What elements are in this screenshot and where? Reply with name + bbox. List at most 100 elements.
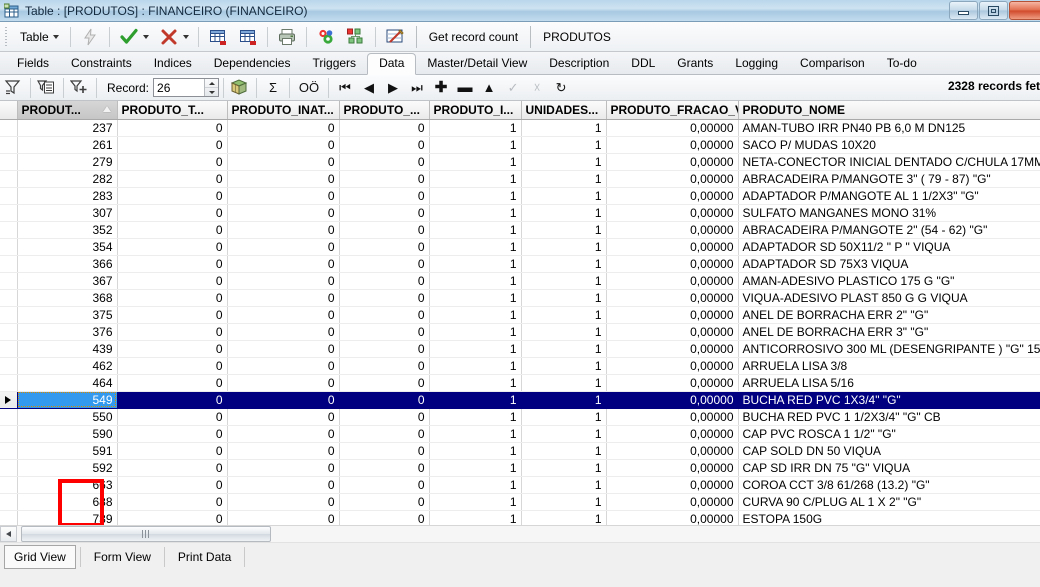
table-cell[interactable]: 0,00000 bbox=[606, 119, 739, 137]
table-row[interactable]: 591 0 0 0 1 1 0,00000 CAP SOLD DN 50 VIQUA bbox=[0, 442, 1040, 460]
table-cell[interactable]: ABRACADEIRA P/MANGOTE 2" (54 - 62) "G" bbox=[738, 221, 1040, 239]
column-header-unidades[interactable]: UNIDADES... bbox=[521, 101, 607, 120]
delete-record-button[interactable]: ▬ bbox=[453, 77, 477, 99]
table-cell[interactable]: 0 bbox=[117, 306, 228, 324]
table-cell[interactable]: 354 bbox=[17, 238, 118, 256]
row-indicator-cell[interactable] bbox=[0, 340, 18, 358]
table-cell[interactable]: 0,00000 bbox=[606, 136, 739, 154]
table-cell[interactable]: 1 bbox=[521, 357, 607, 375]
table-cell[interactable]: 1 bbox=[521, 238, 607, 256]
table-cell[interactable]: 1 bbox=[521, 187, 607, 205]
refresh-button[interactable]: ↻ bbox=[549, 77, 573, 99]
table-cell[interactable]: 1 bbox=[521, 476, 607, 494]
insert-record-button[interactable]: ✚ bbox=[429, 77, 453, 99]
table-cell[interactable]: 283 bbox=[17, 187, 118, 205]
table-cell[interactable]: 0 bbox=[339, 357, 430, 375]
table-cell[interactable]: 0 bbox=[117, 357, 228, 375]
table-cell[interactable]: 0,00000 bbox=[606, 272, 739, 290]
horizontal-scrollbar[interactable] bbox=[0, 525, 1040, 542]
row-indicator-cell[interactable] bbox=[0, 170, 18, 188]
table-cell[interactable]: 0 bbox=[339, 476, 430, 494]
table-row[interactable]: 663 0 0 0 1 1 0,00000 COROA CCT 3/8 61/268 (13.… bbox=[0, 476, 1040, 494]
tab-triggers[interactable]: Triggers bbox=[301, 53, 367, 74]
table-cell[interactable]: 1 bbox=[429, 459, 522, 477]
table-cell[interactable]: 0 bbox=[339, 238, 430, 256]
table-cell[interactable]: 0 bbox=[339, 459, 430, 477]
table-row[interactable]: 375 0 0 0 1 1 0,00000 ANEL DE BORRACHA ERR 2" "… bbox=[0, 306, 1040, 324]
table-cell[interactable]: 0 bbox=[117, 170, 228, 188]
table-cell[interactable]: 1 bbox=[429, 306, 522, 324]
column-header-produto-nome[interactable]: PRODUTO_NOME bbox=[738, 101, 1040, 120]
table-cell[interactable]: 0 bbox=[117, 119, 228, 137]
table-cell[interactable]: 0 bbox=[227, 272, 340, 290]
table-cell[interactable]: 1 bbox=[521, 323, 607, 341]
table-row[interactable]: 376 0 0 0 1 1 0,00000 ANEL DE BORRACHA ERR 3" "… bbox=[0, 323, 1040, 341]
table-cell[interactable]: 0 bbox=[339, 289, 430, 307]
table-row[interactable]: 439 0 0 0 1 1 0,00000 ANTICORROSIVO 300 ML (DES… bbox=[0, 340, 1040, 358]
table-row[interactable]: 550 0 0 0 1 1 0,00000 BUCHA RED PVC 1 1/2X3/4" … bbox=[0, 408, 1040, 426]
table-cell[interactable]: 0 bbox=[117, 153, 228, 171]
table-row[interactable]: 354 0 0 0 1 1 0,00000 ADAPTADOR SD 50X11/2 " P … bbox=[0, 238, 1040, 256]
table-row[interactable]: 352 0 0 0 1 1 0,00000 ABRACADEIRA P/MANGOTE 2" … bbox=[0, 221, 1040, 239]
row-indicator-cell[interactable] bbox=[0, 459, 18, 477]
table-cell[interactable]: 1 bbox=[429, 272, 522, 290]
commit-button[interactable] bbox=[114, 25, 154, 49]
table-cell[interactable]: 1 bbox=[521, 459, 607, 477]
table-cell[interactable]: 0 bbox=[117, 493, 228, 511]
data-grid-container[interactable]: PRODUT... PRODUTO_T... PRODUTO_INAT... P… bbox=[0, 101, 1040, 525]
table-cell[interactable]: 0 bbox=[227, 476, 340, 494]
table-cell[interactable]: 237 bbox=[17, 119, 118, 137]
table-cell[interactable]: 0 bbox=[227, 221, 340, 239]
row-indicator-cell[interactable] bbox=[0, 221, 18, 239]
table-cell[interactable]: 0 bbox=[339, 119, 430, 137]
table-cell[interactable]: 1 bbox=[429, 425, 522, 443]
table-cell[interactable]: 0 bbox=[339, 272, 430, 290]
table-cell[interactable]: 0 bbox=[339, 204, 430, 222]
table-cell[interactable]: 0 bbox=[339, 187, 430, 205]
table-cell[interactable]: 739 bbox=[17, 510, 118, 525]
table-export-button[interactable] bbox=[203, 25, 233, 49]
table-row[interactable]: 464 0 0 0 1 1 0,00000 ARRUELA LISA 5/16 bbox=[0, 374, 1040, 392]
table-cell[interactable]: 462 bbox=[17, 357, 118, 375]
table-cell[interactable]: 0,00000 bbox=[606, 408, 739, 426]
table-cell[interactable]: 376 bbox=[17, 323, 118, 341]
table-row[interactable]: 688 0 0 0 1 1 0,00000 CURVA 90 C/PLUG AL 1 X 2"… bbox=[0, 493, 1040, 511]
spinner-down-button[interactable] bbox=[205, 88, 218, 96]
get-record-count-button[interactable]: Get record count bbox=[423, 26, 524, 48]
table-cell[interactable]: 549 bbox=[17, 391, 118, 409]
table-cell[interactable]: 1 bbox=[429, 238, 522, 256]
sum-button[interactable]: Σ bbox=[261, 77, 285, 99]
rollback-button[interactable] bbox=[154, 25, 194, 49]
table-cell[interactable]: 1 bbox=[429, 476, 522, 494]
table-menu-button[interactable]: Table bbox=[13, 25, 66, 49]
table-cell[interactable]: 0 bbox=[227, 340, 340, 358]
table-cell[interactable]: 0 bbox=[117, 374, 228, 392]
table-cell[interactable]: 1 bbox=[521, 340, 607, 358]
row-indicator-cell[interactable] bbox=[0, 306, 18, 324]
table-cell[interactable]: 352 bbox=[17, 221, 118, 239]
table-cell[interactable]: 1 bbox=[521, 510, 607, 525]
table-cell[interactable]: ADAPTADOR SD 50X11/2 " P " VIQUA bbox=[738, 238, 1040, 256]
table-cell[interactable]: 0 bbox=[339, 306, 430, 324]
row-indicator-cell[interactable] bbox=[0, 119, 18, 137]
next-record-button[interactable]: ▶ bbox=[381, 77, 405, 99]
table-cell[interactable]: 0 bbox=[117, 442, 228, 460]
table-cell[interactable]: 0 bbox=[227, 323, 340, 341]
table-cell[interactable]: 0 bbox=[227, 136, 340, 154]
row-indicator-cell[interactable] bbox=[0, 442, 18, 460]
table-cell[interactable]: COROA CCT 3/8 61/268 (13.2) "G" bbox=[738, 476, 1040, 494]
table-cell[interactable]: 0 bbox=[117, 136, 228, 154]
row-indicator-cell[interactable] bbox=[0, 136, 18, 154]
table-cell[interactable]: 0 bbox=[227, 289, 340, 307]
table-cell[interactable]: BUCHA RED PVC 1X3/4" "G" bbox=[738, 391, 1040, 409]
table-cell[interactable]: AMAN-TUBO IRR PN40 PB 6,0 M DN125 bbox=[738, 119, 1040, 137]
spinner-up-button[interactable] bbox=[205, 79, 219, 88]
row-indicator-cell[interactable] bbox=[0, 476, 18, 494]
table-cell[interactable]: 1 bbox=[429, 323, 522, 341]
row-indicator-cell[interactable] bbox=[0, 408, 18, 426]
close-button[interactable] bbox=[1009, 1, 1040, 20]
table-cell[interactable]: 0,00000 bbox=[606, 170, 739, 188]
data-cube-button[interactable] bbox=[228, 77, 252, 99]
table-cell[interactable]: 261 bbox=[17, 136, 118, 154]
restore-button[interactable] bbox=[979, 1, 1008, 20]
